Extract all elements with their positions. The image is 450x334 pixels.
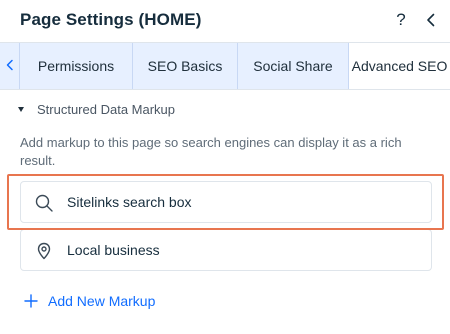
tab-advanced-seo[interactable]: Advanced SEO <box>349 43 450 89</box>
markup-item-label: Local business <box>67 242 160 258</box>
help-button[interactable]: ? <box>393 8 409 32</box>
tab-permissions[interactable]: Permissions <box>20 43 133 89</box>
add-new-markup-button[interactable]: Add New Markup <box>24 292 155 310</box>
tab-social-share[interactable]: Social Share <box>238 43 349 89</box>
panel-header: Page Settings (HOME) ? <box>0 0 450 42</box>
markup-item-local-business[interactable]: Local business <box>20 229 432 271</box>
location-pin-icon <box>37 242 51 260</box>
chevron-left-icon <box>6 59 13 71</box>
section-label: Structured Data Markup <box>37 101 176 117</box>
chevron-left-icon <box>427 13 435 27</box>
tab-bar: Permissions SEO Basics Social Share Adva… <box>0 42 450 90</box>
highlight-frame <box>7 174 444 230</box>
caret-down-icon <box>18 106 24 112</box>
back-button[interactable] <box>422 11 440 29</box>
tab-seo-basics[interactable]: SEO Basics <box>133 43 238 89</box>
tab-scroll-left-button[interactable] <box>0 43 20 89</box>
plus-icon <box>24 294 38 308</box>
page-title: Page Settings (HOME) <box>20 10 202 29</box>
section-description: Add markup to this page so search engine… <box>20 135 402 168</box>
structured-data-toggle[interactable]: Structured Data Markup <box>18 100 175 118</box>
add-new-markup-label: Add New Markup <box>48 293 156 309</box>
